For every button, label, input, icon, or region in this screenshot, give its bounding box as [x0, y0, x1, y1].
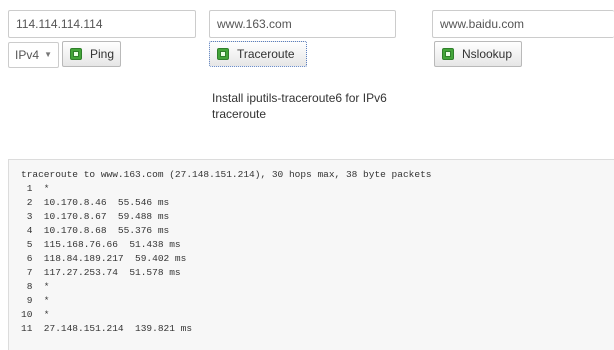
- output-line: 7 117.27.253.74 51.578 ms: [21, 267, 181, 278]
- nslookup-host-input[interactable]: [432, 10, 614, 38]
- green-square-icon: [70, 48, 82, 60]
- output-line: 5 115.168.76.66 51.438 ms: [21, 239, 181, 250]
- output-line: traceroute to www.163.com (27.148.151.21…: [21, 169, 432, 180]
- output-line: 8 *: [21, 281, 50, 292]
- green-square-icon: [442, 48, 454, 60]
- ping-host-input[interactable]: [8, 10, 196, 38]
- output-line: 1 *: [21, 183, 50, 194]
- output-line: 10 *: [21, 309, 50, 320]
- protocol-select-value: IPv4: [15, 48, 40, 62]
- ping-button-label: Ping: [90, 47, 115, 61]
- protocol-select[interactable]: IPv4 ▼: [8, 42, 59, 68]
- nslookup-button[interactable]: Nslookup: [434, 41, 522, 67]
- output-line: 9 *: [21, 295, 50, 306]
- green-square-icon: [217, 48, 229, 60]
- output-line: 6 118.84.189.217 59.402 ms: [21, 253, 187, 264]
- output-line: 2 10.170.8.46 55.546 ms: [21, 197, 170, 208]
- chevron-down-icon: ▼: [44, 50, 52, 59]
- ipv6-install-note: Install iputils-traceroute6 for IPv6 tra…: [212, 91, 387, 121]
- output-line: 3 10.170.8.67 59.488 ms: [21, 211, 170, 222]
- output-line: 4 10.170.8.68 55.376 ms: [21, 225, 170, 236]
- nslookup-button-label: Nslookup: [462, 47, 513, 61]
- command-output-panel[interactable]: traceroute to www.163.com (27.148.151.21…: [8, 159, 614, 350]
- traceroute-button-label: Traceroute: [237, 47, 295, 61]
- traceroute-host-input[interactable]: [209, 10, 396, 38]
- ping-button[interactable]: Ping: [62, 41, 121, 67]
- output-line: 11 27.148.151.214 139.821 ms: [21, 323, 193, 334]
- traceroute-button[interactable]: Traceroute: [209, 41, 307, 67]
- command-output-text: traceroute to www.163.com (27.148.151.21…: [9, 160, 614, 336]
